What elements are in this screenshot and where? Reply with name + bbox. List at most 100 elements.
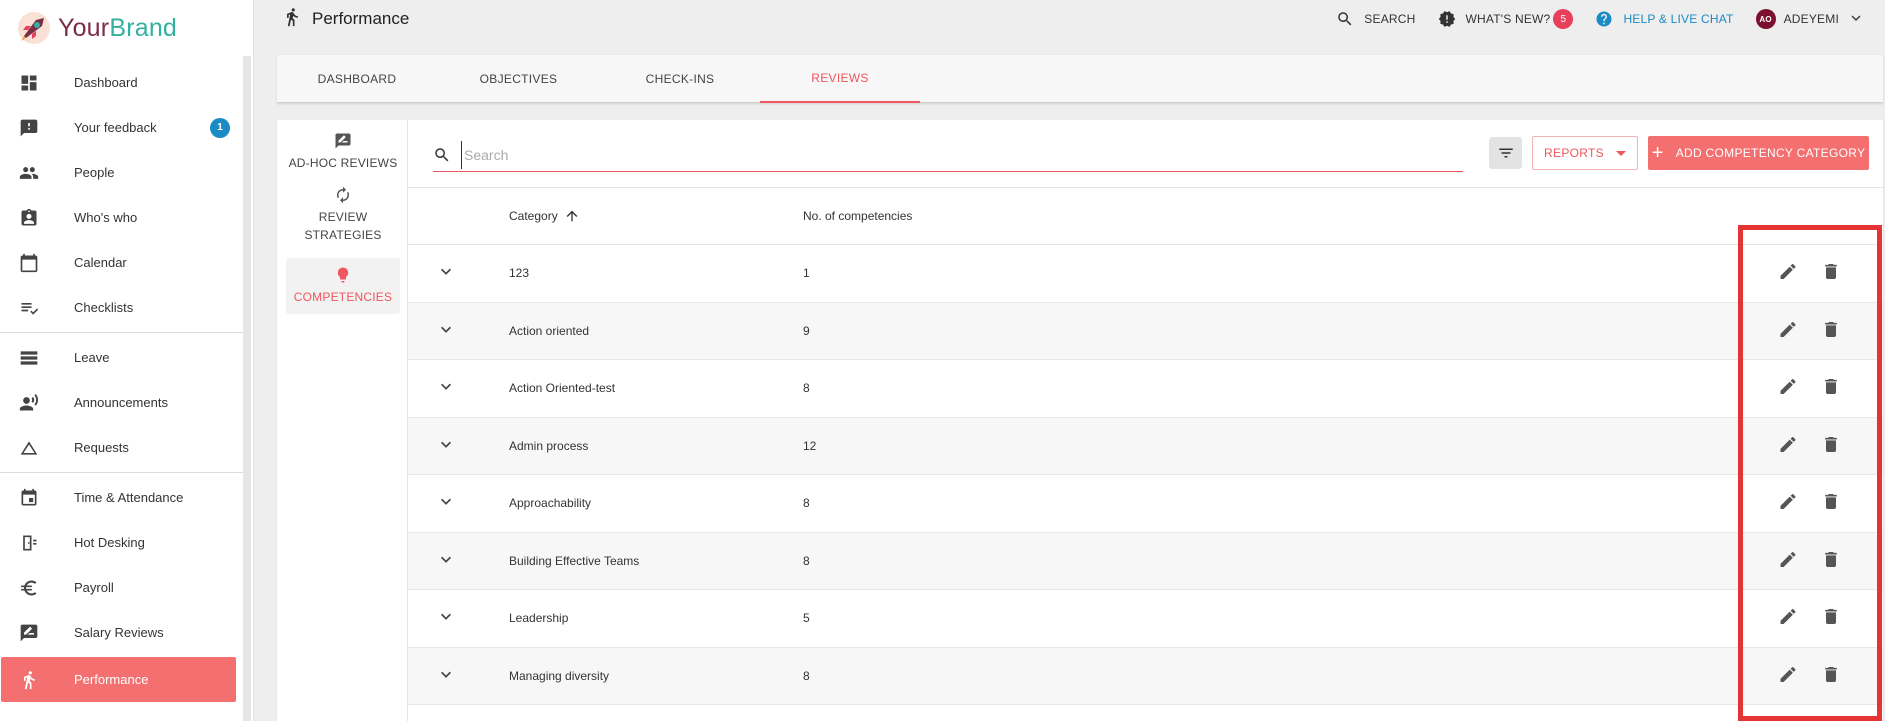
- help-label: HELP & LIVE CHAT: [1623, 12, 1734, 26]
- filter-button[interactable]: [1489, 137, 1522, 169]
- sidebar-item-label: Salary Reviews: [74, 625, 164, 640]
- delete-button[interactable]: [1821, 262, 1841, 285]
- chevron-down-icon: [441, 671, 451, 678]
- running-icon: [282, 7, 302, 32]
- tab-check-ins[interactable]: CHECK-INS: [600, 55, 760, 103]
- add-competency-category-button[interactable]: + ADD COMPETENCY CATEGORY: [1648, 136, 1869, 170]
- trash-icon: [1825, 494, 1837, 510]
- sidebar-item-label: Calendar: [74, 255, 127, 270]
- competency-count: 8: [803, 496, 810, 511]
- sidebar-item-time-attendance[interactable]: Time & Attendance: [1, 475, 252, 520]
- pencil-icon: [1780, 494, 1796, 510]
- sidebar-item-requests[interactable]: Requests: [1, 425, 252, 470]
- delete-button[interactable]: [1821, 492, 1841, 515]
- sidebar-item-announcements[interactable]: Announcements: [1, 380, 252, 425]
- table-row: Leadership 5: [408, 590, 1883, 648]
- user-name: ADEYEMI: [1783, 12, 1839, 26]
- rate-review-icon: [335, 133, 351, 149]
- tab-reviews[interactable]: REVIEWS: [760, 55, 920, 103]
- sidebar-item-label: Dashboard: [74, 75, 138, 90]
- competency-count: 12: [803, 438, 817, 453]
- brand-name-part1: Your: [58, 13, 110, 42]
- plus-icon: +: [1651, 142, 1664, 164]
- sidebar-item-people[interactable]: People: [1, 150, 252, 195]
- whats-new-label: WHAT'S NEW?: [1465, 12, 1551, 26]
- add-label: ADD COMPETENCY CATEGORY: [1675, 146, 1866, 160]
- sidebar-item-checklists[interactable]: Checklists: [1, 285, 252, 330]
- search-input[interactable]: [461, 140, 1441, 169]
- column-header-category[interactable]: Category: [509, 208, 580, 224]
- subnav-ad-hoc-reviews[interactable]: AD-HOC REVIEWS: [286, 126, 400, 180]
- edit-button[interactable]: [1778, 549, 1798, 572]
- sidebar-item-dashboard[interactable]: Dashboard: [1, 60, 252, 105]
- expand-row-button[interactable]: [436, 607, 456, 630]
- sidebar-item-payroll[interactable]: Payroll: [1, 565, 252, 610]
- chevron-down-icon: [441, 441, 451, 448]
- sidebar-item-salary-reviews[interactable]: Salary Reviews: [1, 610, 252, 655]
- brand[interactable]: YourBrand: [0, 0, 253, 56]
- cycle-icon: [337, 186, 349, 204]
- expand-row-button[interactable]: [436, 434, 456, 457]
- alert-badge-icon: [1438, 11, 1455, 27]
- feedback-count-badge: 1: [210, 117, 230, 138]
- expand-row-button[interactable]: [436, 549, 456, 572]
- table-row: Approachability 8: [408, 475, 1883, 533]
- sidebar-item-leave[interactable]: Leave: [1, 335, 252, 380]
- chevron-down-icon: [441, 326, 451, 333]
- delete-button[interactable]: [1821, 434, 1841, 457]
- delete-button[interactable]: [1821, 549, 1841, 572]
- sidebar-item-your-feedback[interactable]: Your feedback 1: [1, 105, 252, 150]
- expand-row-button[interactable]: [436, 664, 456, 687]
- competencies-toolbar: REPORTS + ADD COMPETENCY CATEGORY: [408, 120, 1883, 188]
- column-header-count: No. of competencies: [803, 209, 913, 223]
- chevron-down-icon: [441, 613, 451, 621]
- sidebar-item-label: Hot Desking: [74, 535, 145, 550]
- chevron-down-icon: [441, 383, 451, 391]
- category-name: Action oriented: [509, 323, 590, 338]
- subnav-competencies[interactable]: COMPETENCIES: [286, 258, 400, 314]
- subnav-review-strategies[interactable]: REVIEW STRATEGIES: [286, 180, 400, 252]
- door-icon: [19, 533, 39, 553]
- feedback-icon: [19, 118, 39, 138]
- delete-button[interactable]: [1821, 607, 1841, 630]
- sidebar-scrollbar[interactable]: [243, 56, 251, 721]
- reports-button[interactable]: REPORTS: [1532, 136, 1638, 170]
- chevron-down-icon: [441, 556, 451, 563]
- search-label: SEARCH: [1364, 12, 1416, 26]
- delete-button[interactable]: [1821, 377, 1841, 400]
- sidebar-item-label: Requests: [74, 440, 129, 455]
- edit-button[interactable]: [1778, 492, 1798, 515]
- whats-new-count-badge: 5: [1553, 9, 1574, 29]
- expand-row-button[interactable]: [436, 492, 456, 515]
- edit-button[interactable]: [1778, 262, 1798, 285]
- table-header: Category No. of competencies: [408, 188, 1883, 245]
- global-search-button[interactable]: SEARCH: [1336, 10, 1415, 28]
- expand-row-button[interactable]: [436, 377, 456, 400]
- user-menu-button[interactable]: AO ADEYEMI: [1755, 9, 1865, 30]
- pencil-icon: [1780, 551, 1796, 567]
- pencil-icon: [1780, 609, 1796, 625]
- edit-button[interactable]: [1778, 319, 1798, 342]
- help-icon: [1596, 11, 1612, 27]
- tab-dashboard[interactable]: DASHBOARD: [277, 55, 437, 103]
- help-live-chat-button[interactable]: HELP & LIVE CHAT: [1595, 10, 1733, 28]
- edit-button[interactable]: [1778, 664, 1798, 687]
- tab-objectives[interactable]: OBJECTIVES: [437, 55, 600, 103]
- sidebar-item-hot-desking[interactable]: Hot Desking: [1, 520, 252, 565]
- expand-row-button[interactable]: [436, 262, 456, 285]
- expand-row-button[interactable]: [436, 319, 456, 342]
- delete-button[interactable]: [1821, 664, 1841, 687]
- delete-button[interactable]: [1821, 319, 1841, 342]
- edit-button[interactable]: [1778, 434, 1798, 457]
- search-icon: [1338, 12, 1352, 26]
- edit-button[interactable]: [1778, 377, 1798, 400]
- chevron-down-icon: [441, 268, 451, 276]
- whats-new-button[interactable]: WHAT'S NEW? 5: [1438, 9, 1574, 29]
- sidebar-item-whos-who[interactable]: Who's who: [1, 195, 252, 240]
- sidebar-nav: Dashboard Your feedback 1 People Who's w…: [0, 60, 253, 702]
- sidebar-item-performance[interactable]: Performance: [1, 657, 236, 702]
- edit-button[interactable]: [1778, 607, 1798, 630]
- main-area: Performance SEARCH WHAT'S NEW? 5 HELP & …: [254, 0, 1885, 721]
- sidebar-item-calendar[interactable]: Calendar: [1, 240, 252, 285]
- sidebar-item-label: Announcements: [74, 395, 168, 410]
